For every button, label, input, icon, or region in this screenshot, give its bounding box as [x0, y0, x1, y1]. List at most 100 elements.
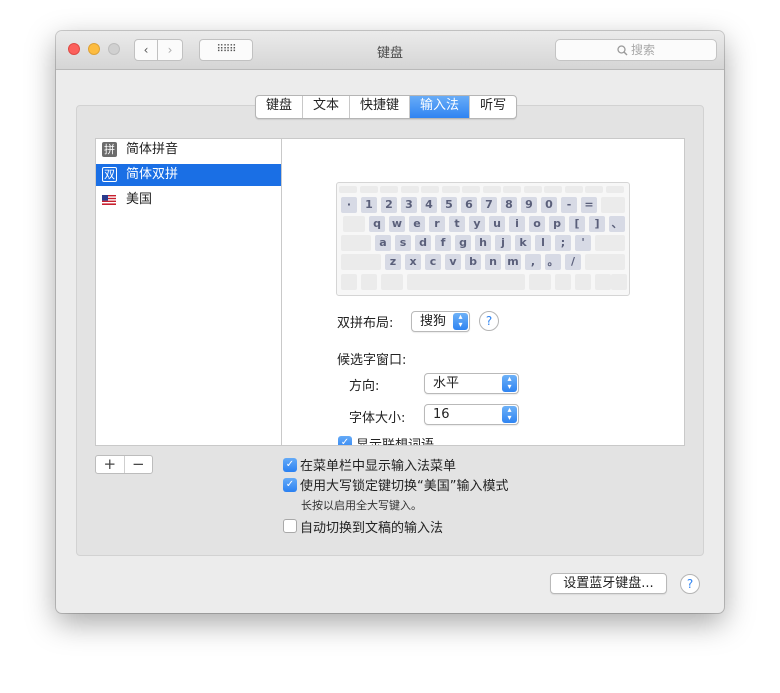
remove-source-button[interactable]: − [125, 456, 153, 473]
setup-bluetooth-keyboard-button[interactable]: 设置蓝牙键盘... [550, 573, 667, 594]
keyboard-key: z [385, 254, 401, 270]
show-menu-checkbox[interactable]: ✓ [283, 458, 297, 472]
keyboard-key: u [489, 216, 505, 232]
us-flag-icon [102, 195, 116, 205]
keyboard-key: k [515, 235, 531, 251]
keyboard-function-key [462, 186, 480, 193]
keyboard-key: d [415, 235, 431, 251]
keyboard-key: w [389, 216, 405, 232]
keyboard-function-key [339, 186, 357, 193]
keyboard-blank-key [611, 274, 627, 290]
keyboard-key: j [495, 235, 511, 251]
keyboard-key: n [485, 254, 501, 270]
preferences-window: ‹ › ⠿⠿⠿ 键盘 搜索 键盘 文本 快捷键 输入法 听写 拼 简体拼音 双 … [56, 31, 724, 613]
add-source-button[interactable]: + [96, 456, 125, 473]
keyboard-key: l [535, 235, 551, 251]
keyboard-blank-key [585, 254, 625, 270]
input-source-list[interactable]: 拼 简体拼音 双 简体双拼 美国 [95, 138, 282, 446]
keyboard-function-key [503, 186, 521, 193]
updown-arrows-icon: ▴ ▾ [502, 375, 517, 392]
keyboard-key: 1 [361, 197, 377, 213]
keyboard-key: h [475, 235, 491, 251]
source-item-us[interactable]: 美国 [96, 189, 281, 211]
layout-value: 搜狗 [420, 314, 447, 329]
source-label: 美国 [126, 192, 153, 207]
auto-switch-checkbox[interactable] [283, 519, 297, 533]
search-placeholder: 搜索 [630, 43, 655, 57]
tab-bar: 键盘 文本 快捷键 输入法 听写 [255, 95, 518, 119]
tab-dictation[interactable]: 听写 [470, 96, 516, 118]
keyboard-key: = [581, 197, 597, 213]
keyboard-blank-key [341, 274, 357, 290]
keyboard-key: p [549, 216, 565, 232]
tab-input-sources[interactable]: 输入法 [410, 96, 471, 118]
source-item-pinyin[interactable]: 拼 简体拼音 [96, 139, 281, 161]
keyboard-key: 、 [609, 216, 625, 232]
source-detail-pane: · 1 2 3 4 5 6 7 8 9 0- = q w e r t y u i o p[]、 a s d f g h j k l; ' … [282, 138, 685, 446]
source-label: 简体拼音 [126, 142, 179, 157]
keyboard-key: · [341, 197, 357, 213]
keyboard-key: 5 [441, 197, 457, 213]
keyboard-key: e [409, 216, 425, 232]
direction-value: 水平 [433, 376, 460, 391]
tab-keyboard[interactable]: 键盘 [256, 96, 304, 118]
layout-popup[interactable]: 搜狗 ▴ ▾ [411, 311, 470, 332]
keyboard-key: y [469, 216, 485, 232]
keyboard-function-key [585, 186, 603, 193]
title-bar: ‹ › ⠿⠿⠿ 键盘 搜索 [56, 31, 724, 70]
keyboard-blank-key [575, 274, 591, 290]
search-field[interactable]: 搜索 [555, 39, 717, 61]
keyboard-function-key [564, 186, 583, 193]
keyboard-blank-key [595, 274, 611, 290]
keyboard-blank-key [601, 197, 625, 213]
keyboard-key: 4 [421, 197, 437, 213]
help-button[interactable]: ? [680, 574, 700, 594]
keyboard-layout-preview: · 1 2 3 4 5 6 7 8 9 0- = q w e r t y u i o p[]、 a s d f g h j k l; ' … [336, 182, 630, 296]
layout-help-button[interactable]: ? [479, 311, 499, 331]
keyboard-function-key [544, 186, 562, 193]
updown-arrows-icon: ▴ ▾ [502, 406, 517, 423]
keyboard-blank-key [343, 216, 365, 232]
keyboard-blank-key [341, 254, 381, 270]
capslock-switch-checkbox[interactable]: ✓ [283, 478, 297, 492]
suggestions-checkbox[interactable]: ✓ [338, 436, 352, 445]
keyboard-key: o [529, 216, 545, 232]
keyboard-key: ' [575, 235, 591, 251]
keyboard-key: f [435, 235, 451, 251]
show-menu-label: 在菜单栏中显示输入法菜单 [300, 459, 457, 474]
keyboard-key: q [369, 216, 385, 232]
keyboard-key: , [525, 254, 541, 270]
capslock-note: 长按以启用全大写键入。 [301, 499, 422, 512]
keyboard-key: r [429, 216, 445, 232]
keyboard-key: - [561, 197, 577, 213]
keyboard-key: ; [555, 235, 571, 251]
tab-shortcuts[interactable]: 快捷键 [350, 96, 411, 118]
font-size-popup[interactable]: 16 ▴ ▾ [424, 404, 519, 425]
tab-text[interactable]: 文本 [303, 96, 351, 118]
keyboard-key: i [509, 216, 525, 232]
keyboard-key: 2 [381, 197, 397, 213]
source-item-shuangpin[interactable]: 双 简体双拼 [96, 164, 281, 186]
font-size-value: 16 [433, 407, 450, 422]
keyboard-key: 3 [401, 197, 417, 213]
keyboard-key: / [565, 254, 581, 270]
search-icon [617, 45, 628, 56]
direction-label: 方向: [349, 379, 380, 394]
keyboard-blank-key [407, 274, 525, 290]
keyboard-key: g [455, 235, 471, 251]
keyboard-blank-key [529, 274, 551, 290]
candidate-window-label: 候选字窗口: [337, 353, 407, 368]
keyboard-key: v [445, 254, 461, 270]
keyboard-key: 7 [481, 197, 497, 213]
updown-arrows-icon: ▴ ▾ [453, 313, 468, 330]
keyboard-key: b [465, 254, 481, 270]
keyboard-function-key [482, 186, 501, 193]
keyboard-key: t [449, 216, 465, 232]
keyboard-function-key [605, 186, 624, 193]
keyboard-blank-key [381, 274, 403, 290]
keyboard-key: s [395, 235, 411, 251]
keyboard-blank-key [555, 274, 571, 290]
keyboard-key: 。 [545, 254, 561, 270]
shuangpin-badge-icon: 双 [102, 167, 117, 182]
direction-popup[interactable]: 水平 ▴ ▾ [424, 373, 519, 394]
